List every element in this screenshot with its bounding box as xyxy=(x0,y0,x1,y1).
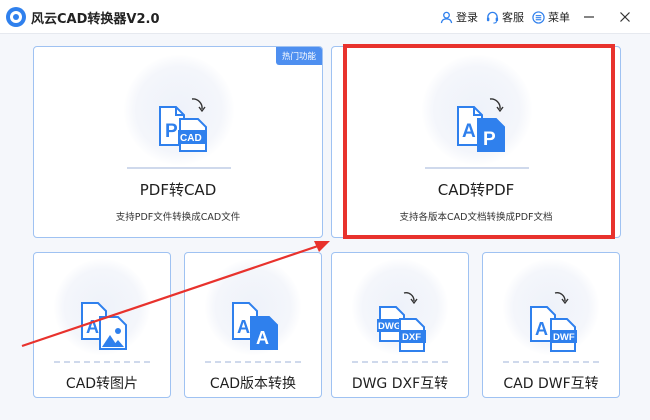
card-title: DWG DXF互转 xyxy=(351,376,449,392)
user-icon xyxy=(440,11,453,23)
card-cad-dwf-convert[interactable]: A DWF CAD DWF互转 xyxy=(482,252,620,398)
icon-label-dwg: DWG xyxy=(378,321,401,332)
cad-to-image-icon: A xyxy=(81,302,127,350)
menu-label: 菜单 xyxy=(548,11,570,24)
cad-to-pdf-icon: A P xyxy=(457,98,505,152)
cad-version-icon: A A xyxy=(232,302,278,350)
decor-line xyxy=(205,361,301,363)
minimize-button[interactable] xyxy=(578,7,600,27)
close-button[interactable] xyxy=(614,7,636,27)
customer-service-button[interactable]: 客服 xyxy=(486,8,524,26)
card-title: CAD转PDF xyxy=(437,181,515,199)
icon-letter-p: P xyxy=(483,129,496,150)
icon-label-cad: CAD xyxy=(180,133,202,144)
decor-line xyxy=(352,361,448,363)
card-dwg-dxf-convert[interactable]: DWG DXF DWG DXF互转 xyxy=(331,252,469,398)
decor-line xyxy=(425,167,529,169)
icon-letter-p: P xyxy=(165,121,178,142)
headset-icon xyxy=(486,11,499,24)
login-button[interactable]: 登录 xyxy=(440,8,478,26)
close-icon xyxy=(620,12,630,22)
card-title: CAD DWF互转 xyxy=(503,376,599,392)
icon-letter-a: A xyxy=(462,121,476,142)
customer-service-label: 客服 xyxy=(502,11,524,24)
icon-letter-a: A xyxy=(256,328,269,348)
card-title: CAD转图片 xyxy=(65,376,139,392)
icon-letter-a: A xyxy=(535,319,548,339)
menu-button[interactable]: 菜单 xyxy=(532,8,570,26)
card-description: 支持各版本CAD文档转换成PDF文档 xyxy=(399,212,553,223)
icon-label-dxf: DXF xyxy=(402,332,421,343)
card-cad-version-convert[interactable]: A A CAD版本转换 xyxy=(184,252,322,398)
hot-feature-badge: 热门功能 xyxy=(275,47,322,65)
app-title: 风云CAD转换器V2.0 xyxy=(31,12,160,27)
main-area: 热门功能 P CAD PDF转CAD 支持PDF文件转换成CAD文件 A P C… xyxy=(0,34,650,420)
icon-label-dwf: DWF xyxy=(553,332,575,343)
decor-line xyxy=(127,167,231,169)
login-label: 登录 xyxy=(456,11,478,24)
menu-icon xyxy=(532,10,545,24)
dwg-dxf-icon: DWG DXF xyxy=(377,292,426,352)
card-pdf-to-cad[interactable]: 热门功能 P CAD PDF转CAD 支持PDF文件转换成CAD文件 xyxy=(33,46,323,238)
pdf-to-cad-icon: P CAD xyxy=(159,98,207,152)
decor-line xyxy=(503,361,599,363)
card-description: 支持PDF文件转换成CAD文件 xyxy=(115,212,241,223)
minimize-icon xyxy=(584,16,594,18)
card-title: PDF转CAD xyxy=(139,181,217,199)
cad-dwf-icon: A DWF xyxy=(530,292,577,352)
card-cad-to-image[interactable]: A CAD转图片 xyxy=(33,252,171,398)
icon-letter-a: A xyxy=(237,317,250,337)
card-cad-to-pdf[interactable]: A P CAD转PDF 支持各版本CAD文档转换成PDF文档 xyxy=(331,46,621,238)
app-logo-icon xyxy=(6,7,26,27)
card-title: CAD版本转换 xyxy=(209,376,297,392)
icon-letter-a: A xyxy=(86,317,99,337)
decor-line xyxy=(54,361,150,363)
title-bar: 风云CAD转换器V2.0 登录 客服 菜单 xyxy=(0,0,650,34)
